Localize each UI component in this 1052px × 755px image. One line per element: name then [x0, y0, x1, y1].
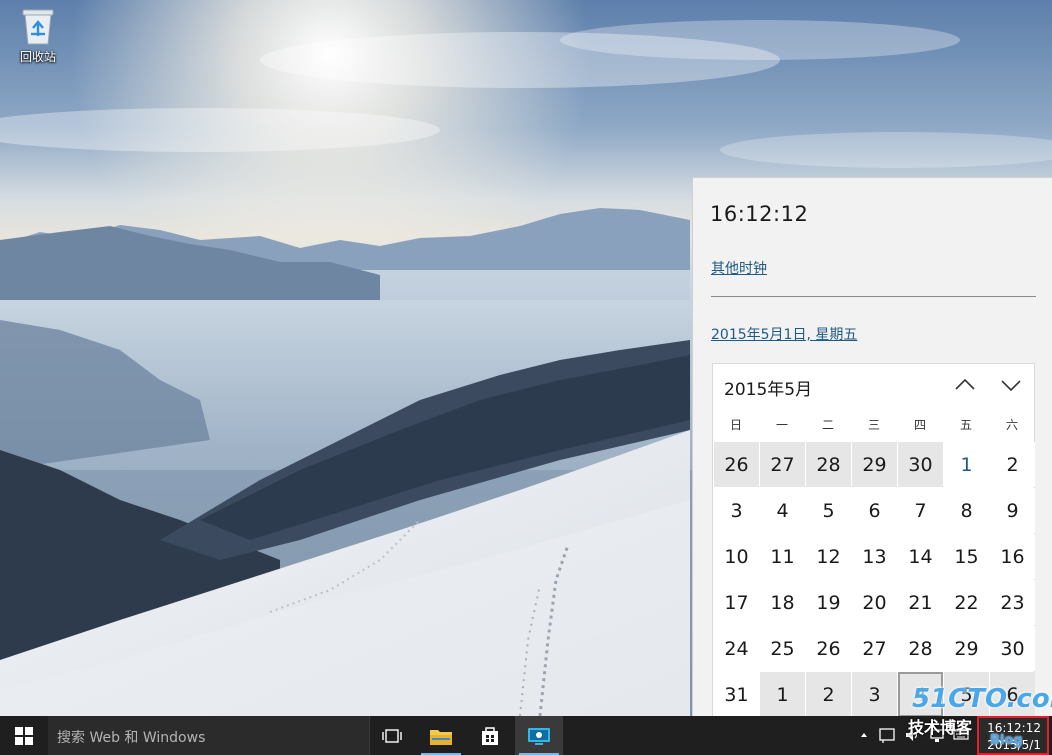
weekday-label: 四	[913, 418, 926, 432]
file-explorer-button[interactable]	[417, 716, 465, 755]
calendar-day-cell[interactable]: 3	[852, 672, 897, 716]
search-box[interactable]: 搜索 Web 和 Windows	[48, 716, 370, 755]
calendar-day-cell[interactable]: 22	[944, 580, 989, 625]
recycle-bin-icon	[20, 6, 56, 46]
calendar-day-cell[interactable]: 1	[760, 672, 805, 716]
weekday-label: 日	[729, 418, 742, 432]
calendar-day-cell[interactable]: 27	[760, 442, 805, 487]
weekday-label: 二	[821, 418, 834, 432]
start-button[interactable]	[0, 716, 48, 755]
calendar-day-cell[interactable]: 29	[852, 442, 897, 487]
watermark-logo: 51CTO.com	[912, 684, 1052, 714]
weekday-label: 三	[867, 418, 880, 432]
calendar-day-cell[interactable]: 30	[990, 626, 1035, 671]
calendar-day-cell[interactable]: 3	[714, 488, 759, 533]
calendar-day-cell[interactable]: 30	[898, 442, 943, 487]
calendar-day-cell[interactable]: 26	[714, 442, 759, 487]
calendar-day-cell[interactable]: 5	[806, 488, 851, 533]
watermark-text: 技术博客	[908, 718, 973, 737]
calendar-day-cell[interactable]: 14	[898, 534, 943, 579]
calendar-day-cell[interactable]: 28	[806, 442, 851, 487]
calendar-day-cell[interactable]: 27	[852, 626, 897, 671]
calendar-day-cell[interactable]: 17	[714, 580, 759, 625]
calendar-month-label[interactable]: 2015年5月	[724, 375, 812, 400]
desktop-icon-label: 回收站	[19, 50, 56, 64]
calendar-day-cell[interactable]: 31	[714, 672, 759, 716]
calendar-day-cell[interactable]: 11	[760, 534, 805, 579]
calendar-day-cell[interactable]: 15	[944, 534, 989, 579]
calendar-day-cell[interactable]: 16	[990, 534, 1035, 579]
calendar-day-cell[interactable]: 7	[898, 488, 943, 533]
calendar-day-cell[interactable]: 25	[760, 626, 805, 671]
remote-desktop-button[interactable]	[515, 716, 563, 755]
calendar-day-cell[interactable]: 1	[944, 442, 989, 487]
calendar-day-cell[interactable]: 2	[806, 672, 851, 716]
desktop-icon-recycle-bin[interactable]: 回收站	[8, 4, 68, 76]
calendar-day-cell[interactable]: 19	[806, 580, 851, 625]
previous-month-button[interactable]	[952, 374, 978, 396]
calendar-day-cell[interactable]: 6	[852, 488, 897, 533]
store-icon	[482, 726, 498, 745]
chevron-up-icon	[955, 378, 975, 390]
task-view-icon	[382, 728, 402, 743]
clock-calendar-flyout: 16:12:12 其他时钟 2015年5月1日, 星期五 2015年5月 日 一…	[692, 177, 1052, 716]
calendar-day-cell[interactable]: 23	[990, 580, 1035, 625]
weekday-header: 日 一 二 三 四 五 六	[713, 416, 1036, 438]
calendar-day-cell[interactable]: 10	[714, 534, 759, 579]
divider	[711, 296, 1036, 297]
calendar-day-cell[interactable]: 20	[852, 580, 897, 625]
store-button[interactable]	[466, 716, 514, 755]
flyout-time: 16:12:12	[710, 202, 809, 226]
other-clocks-link[interactable]: 其他时钟	[711, 258, 767, 278]
calendar-day-cell[interactable]: 4	[760, 488, 805, 533]
calendar-day-cell[interactable]: 26	[806, 626, 851, 671]
action-center-icon	[879, 728, 895, 743]
search-placeholder: 搜索 Web 和 Windows	[57, 730, 206, 746]
task-view-button[interactable]	[368, 716, 416, 755]
remote-desktop-icon	[528, 727, 550, 745]
show-hidden-icons-button[interactable]	[856, 726, 872, 744]
file-explorer-icon	[430, 729, 452, 745]
date-link[interactable]: 2015年5月1日, 星期五	[711, 324, 857, 344]
next-month-button[interactable]	[998, 374, 1024, 396]
chevron-down-icon	[1001, 380, 1021, 392]
calendar-day-cell[interactable]: 12	[806, 534, 851, 579]
taskbar: 搜索 Web 和 Windows 16:12:12 2015/5/1	[0, 716, 1052, 755]
calendar-day-cell[interactable]: 28	[898, 626, 943, 671]
weekday-label: 五	[959, 418, 972, 432]
calendar-day-cell[interactable]: 8	[944, 488, 989, 533]
watermark-blog: Blog	[990, 733, 1023, 748]
calendar-day-cell[interactable]: 2	[990, 442, 1035, 487]
weekday-label: 一	[775, 418, 788, 432]
calendar-day-cell[interactable]: 24	[714, 626, 759, 671]
weekday-label: 六	[1005, 418, 1018, 432]
calendar-day-cell[interactable]: 13	[852, 534, 897, 579]
calendar-day-cell[interactable]: 21	[898, 580, 943, 625]
calendar-day-cell[interactable]: 29	[944, 626, 989, 671]
calendar-day-cell[interactable]: 9	[990, 488, 1035, 533]
calendar-day-cell[interactable]: 18	[760, 580, 805, 625]
chevron-up-icon	[861, 733, 867, 737]
action-center-button[interactable]	[879, 726, 895, 744]
calendar: 2015年5月 日 一 二 三 四 五 六 26 27 28 29 30 1 2 3 4 5 6 7 8…	[712, 363, 1035, 716]
windows-logo-icon	[15, 726, 33, 745]
